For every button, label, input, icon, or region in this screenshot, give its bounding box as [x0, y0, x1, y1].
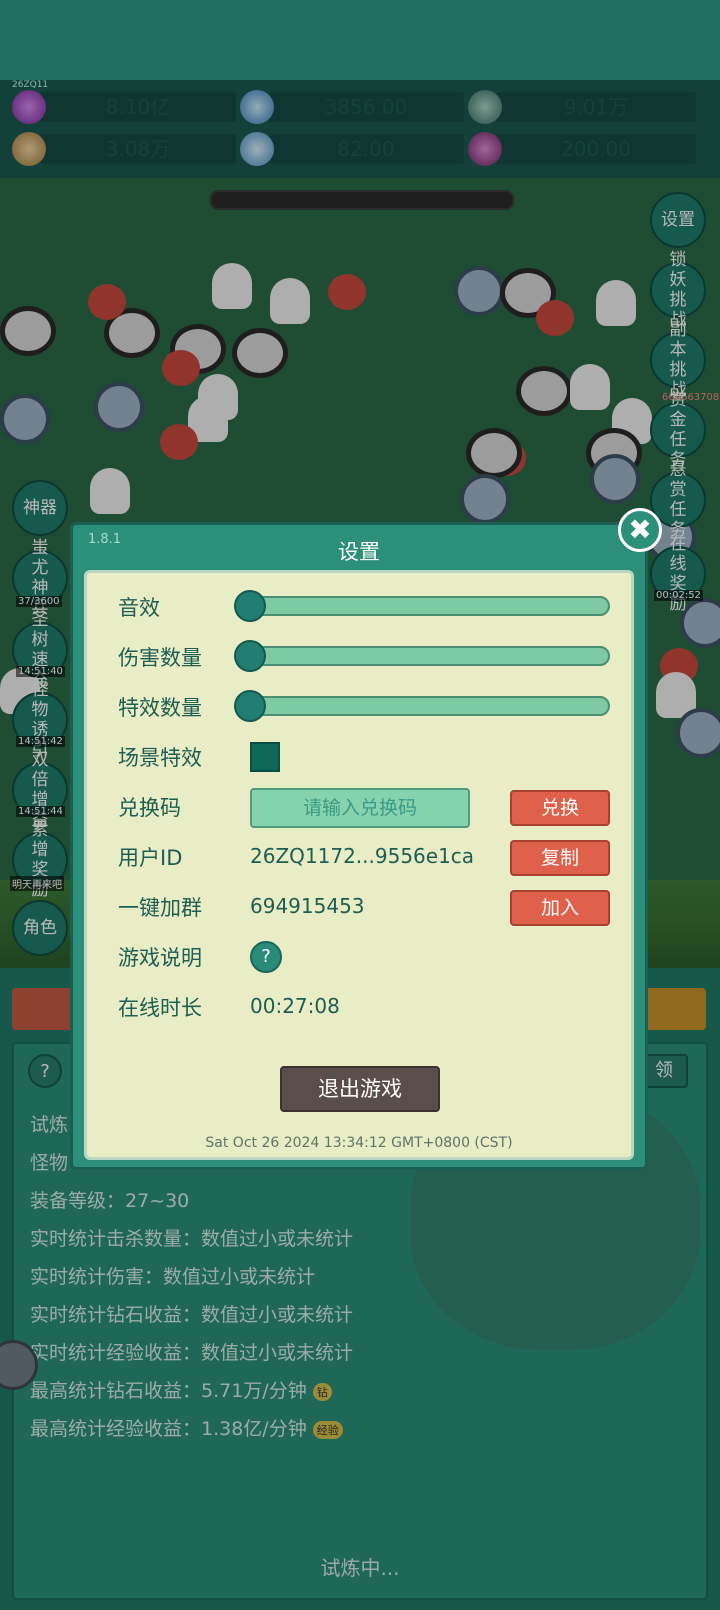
effects-count-slider[interactable]: [234, 690, 610, 722]
user-id-label: 用户ID: [118, 846, 183, 870]
online-time-value: 00:27:08: [250, 994, 340, 1018]
scene-effects-label: 场景特效: [118, 746, 202, 770]
redeem-code-input[interactable]: [250, 788, 470, 828]
join-button[interactable]: 加入: [510, 890, 610, 926]
online-time-label: 在线时长: [118, 996, 202, 1020]
slider-thumb[interactable]: [234, 640, 266, 672]
exit-game-button[interactable]: 退出游戏: [280, 1066, 440, 1112]
game-guide-label: 游戏说明: [118, 946, 202, 970]
current-datetime: Sat Oct 26 2024 13:34:12 GMT+0800 (CST): [205, 1135, 513, 1151]
scene-effects-checkbox[interactable]: [250, 742, 280, 772]
group-number: 694915453: [250, 894, 365, 918]
copy-button[interactable]: 复制: [510, 840, 610, 876]
user-id-value: 26ZQ1172...9556e1ca: [250, 844, 475, 868]
sound-slider[interactable]: [234, 590, 610, 622]
dialog-title: 设置: [338, 540, 380, 564]
close-icon[interactable]: ✖: [618, 508, 662, 552]
redeem-code-label: 兑换码: [118, 796, 181, 820]
slider-thumb[interactable]: [234, 690, 266, 722]
redeem-button[interactable]: 兑换: [510, 790, 610, 826]
damage-count-label: 伤害数量: [118, 646, 202, 670]
join-group-label: 一键加群: [118, 896, 202, 920]
effects-count-label: 特效数量: [118, 696, 202, 720]
help-icon[interactable]: ?: [250, 941, 282, 973]
sound-label: 音效: [118, 596, 160, 620]
slider-thumb[interactable]: [234, 590, 266, 622]
damage-count-slider[interactable]: [234, 640, 610, 672]
